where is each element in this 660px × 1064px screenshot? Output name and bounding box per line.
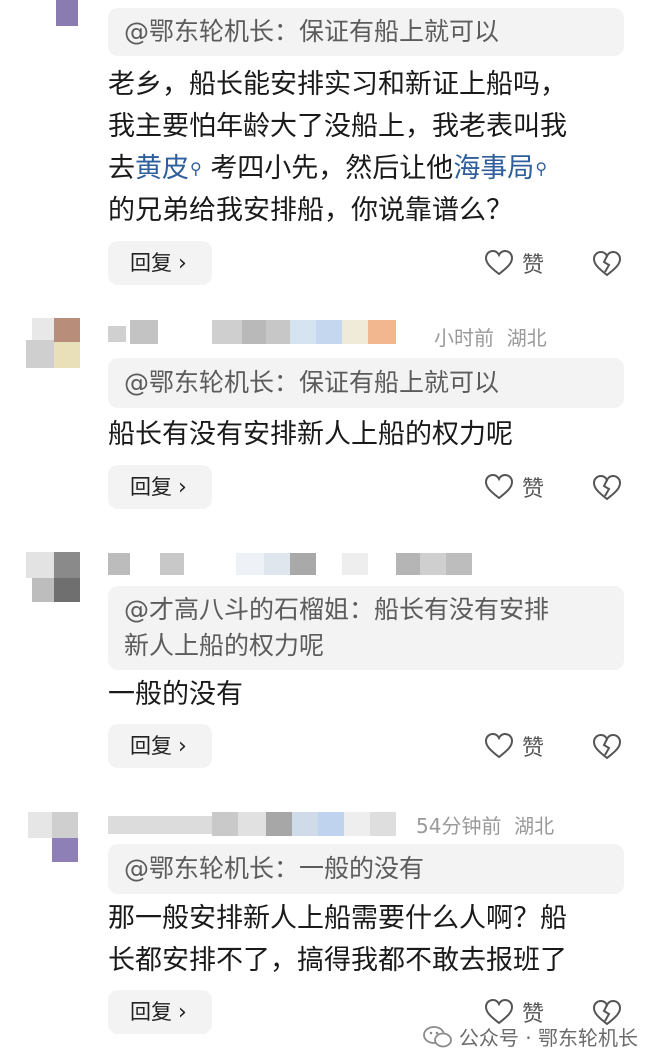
comment-line: 那一般安排新人上船需要什么人啊？船 [108,903,567,934]
reply-label[interactable]: 回复 [130,734,172,758]
quoted-reply: @才高八斗的石榴姐：船长有没有安排 新人上船的权力呢 [108,586,624,670]
location: 湖北 [506,326,547,350]
comment-text: 一般的没有 [108,674,628,716]
reply-label[interactable]: 回复 [130,475,172,499]
wechat-watermark: 公众号 · 鄂东轮机长 [423,1022,638,1051]
username-blurred[interactable] [108,812,408,836]
comment-meta: 54分钟前 湖北 [416,810,554,839]
reply-button[interactable]: 回复 › [108,465,212,509]
like-label[interactable]: 赞 [522,471,544,503]
chevron-right-icon: › [178,251,187,276]
quoted-line: 新人上船的权力呢 [124,631,325,660]
reply-label[interactable]: 回复 [130,251,172,275]
username-blurred[interactable] [108,320,398,344]
watermark-label: 公众号 · 鄂东轮机长 [458,1026,638,1050]
avatar[interactable] [26,812,80,862]
comment-line: 我主要怕年龄大了没船上，我老表叫我 [108,111,567,142]
search-link-text[interactable]: 海事局 [453,153,534,184]
reply-button[interactable]: 回复 › [108,724,212,768]
comment-text: 船长有没有安排新人上船的权力呢 [108,414,628,456]
quoted-reply: @鄂东轮机长：保证有船上就可以 [108,8,624,56]
broken-heart-icon[interactable] [592,474,622,502]
quoted-reply: @鄂东轮机长：一般的没有 [108,844,624,894]
timestamp: 小时前 [434,326,494,350]
comment-line-text: 考四小先，然后让他 [210,153,454,184]
comment-line: 的兄弟给我安排船，你说靠谱么？ [108,195,513,226]
quoted-reply: @鄂东轮机长：保证有船上就可以 [108,358,624,408]
timestamp: 54分钟前 [416,814,502,838]
avatar[interactable] [26,318,80,368]
comment-text: 那一般安排新人上船需要什么人啊？船 长都安排不了，搞得我都不敢去报班了 [108,898,628,982]
like-button[interactable]: 赞 [484,241,544,285]
search-link-huangpi[interactable]: 黄皮⚲ [135,153,202,184]
comment-line: 一般的没有 [108,679,243,710]
comment-text: 老乡，船长能安排实习和新证上船吗， 我主要怕年龄大了没船上，我老表叫我 去黄皮⚲… [108,64,628,232]
magnifier-icon: ⚲ [535,159,548,178]
comment-line: 老乡，船长能安排实习和新证上船吗， [108,69,567,100]
chevron-right-icon: › [178,1000,187,1025]
reply-label[interactable]: 回复 [130,1000,172,1024]
avatar[interactable] [26,552,80,602]
comment-line-text: 去 [108,153,135,184]
heart-outline-icon [484,732,514,759]
like-button[interactable]: 赞 [484,724,544,768]
comment-line: 去黄皮⚲ 考四小先，然后让他海事局⚲ [108,148,628,190]
wechat-icon [423,1025,452,1047]
search-link-msa[interactable]: 海事局⚲ [453,153,547,184]
heart-outline-icon [484,473,514,500]
quoted-line: @才高八斗的石榴姐：船长有没有安排 [124,595,550,624]
avatar[interactable] [26,0,80,26]
like-label[interactable]: 赞 [522,247,544,279]
chevron-right-icon: › [178,475,187,500]
reply-button[interactable]: 回复 › [108,241,212,285]
username-blurred[interactable] [108,553,478,577]
like-button[interactable]: 赞 [484,465,544,509]
magnifier-icon: ⚲ [190,159,202,178]
reply-button[interactable]: 回复 › [108,990,212,1034]
comment-line: 船长有没有安排新人上船的权力呢 [108,419,513,450]
search-link-text[interactable]: 黄皮 [135,153,189,184]
chevron-right-icon: › [178,734,187,759]
like-label[interactable]: 赞 [522,730,544,762]
comment-line: 长都安排不了，搞得我都不敢去报班了 [108,945,567,976]
heart-outline-icon [484,249,514,276]
location: 湖北 [514,814,555,838]
broken-heart-icon[interactable] [592,733,622,761]
comment-meta: 小时前 湖北 [434,322,547,351]
broken-heart-icon[interactable] [592,250,622,278]
